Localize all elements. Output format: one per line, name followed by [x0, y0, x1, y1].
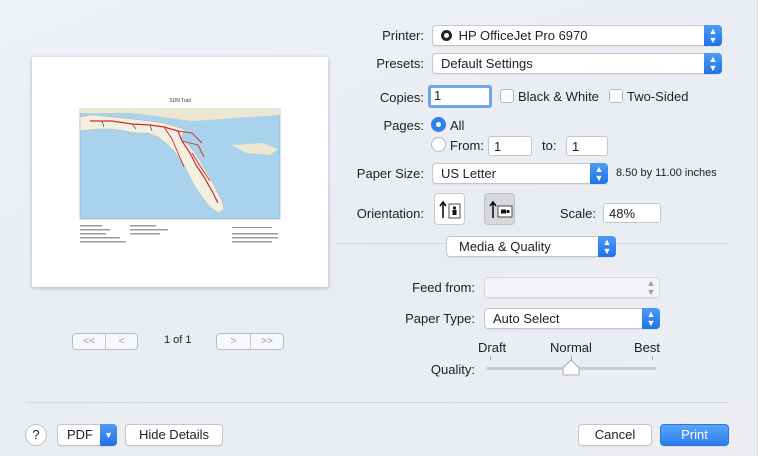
scale-input[interactable]: 48%: [603, 203, 661, 223]
pages-range-radio[interactable]: [431, 137, 446, 152]
footer-divider: [26, 402, 728, 403]
landscape-orientation-button[interactable]: [484, 193, 515, 225]
black-white-label: Black & White: [518, 89, 599, 104]
quality-normal-label: Normal: [550, 340, 592, 355]
printer-status-icon: [441, 30, 452, 41]
pages-label: Pages:: [383, 118, 424, 133]
page-indicator: 1 of 1: [164, 334, 192, 346]
two-sided-label: Two-Sided: [627, 89, 689, 104]
quality-tick-draft: [490, 356, 491, 360]
pdf-label: PDF: [67, 427, 93, 442]
quality-tick-best: [652, 356, 653, 360]
quality-best-label: Best: [634, 340, 661, 355]
next-last-page-buttons[interactable]: > >>: [216, 333, 284, 350]
presets-label: Presets:: [376, 56, 424, 71]
map-title: SUN Trail: [169, 98, 190, 104]
copies-input[interactable]: 1: [428, 85, 492, 108]
orientation-label: Orientation:: [356, 206, 424, 221]
quality-label: Quality:: [430, 362, 475, 377]
map-legend: [80, 225, 278, 243]
cancel-button[interactable]: Cancel: [578, 424, 652, 446]
paper-dimensions: 8.50 by 11.00 inches: [616, 167, 717, 179]
pages-to-label: to:: [542, 138, 557, 153]
pages-all-label: All: [450, 118, 465, 133]
quality-draft-label: Draft: [478, 340, 507, 355]
landscape-person-icon: [489, 200, 513, 218]
last-page-button[interactable]: >>: [250, 334, 283, 349]
section-popup[interactable]: Media & Quality ▲ ▼: [446, 236, 616, 257]
updown-chevron-icon: ▲ ▼: [598, 236, 616, 257]
hide-details-button[interactable]: Hide Details: [125, 424, 223, 446]
pages-from-label: From:: [450, 138, 484, 153]
updown-chevron-icon: ▲ ▼: [704, 53, 722, 74]
feed-from-label: Feed from:: [412, 280, 475, 295]
updown-chevron-icon: ▲ ▼: [642, 308, 660, 329]
pages-all-radio[interactable]: [431, 117, 446, 132]
paper-size-value: US Letter: [441, 166, 496, 181]
updown-chevron-icon: ▲ ▼: [704, 25, 722, 46]
paper-type-popup[interactable]: Auto Select ▲ ▼: [484, 308, 660, 329]
two-sided-checkbox[interactable]: [609, 89, 623, 103]
scale-label: Scale:: [559, 206, 596, 221]
copies-label: Copies:: [379, 90, 424, 105]
updown-chevron-icon: ▲ ▼: [590, 163, 608, 184]
paper-size-popup[interactable]: US Letter ▲ ▼: [432, 163, 608, 184]
pdf-menu-button[interactable]: PDF ▼: [57, 424, 117, 446]
chevron-down-icon: ▼: [100, 424, 117, 446]
pages-from-input[interactable]: 1: [488, 136, 532, 156]
updown-chevron-icon: ▲ ▼: [646, 278, 656, 297]
first-page-button[interactable]: <<: [73, 334, 105, 349]
print-dialog: SUN Trail << < 1 of 1 > >> Printer: HP O…: [0, 0, 758, 456]
pages-to-input[interactable]: 1: [566, 136, 608, 156]
feed-from-popup[interactable]: ▲ ▼: [484, 277, 660, 298]
first-prev-page-buttons[interactable]: << <: [72, 333, 138, 350]
printer-value: HP OfficeJet Pro 6970: [458, 28, 588, 43]
paper-size-label: Paper Size:: [356, 166, 424, 181]
printer-label: Printer:: [382, 28, 424, 43]
paper-type-value: Auto Select: [493, 311, 560, 326]
presets-popup[interactable]: Default Settings ▲ ▼: [432, 53, 722, 74]
portrait-person-icon: [439, 200, 461, 219]
paper-type-label: Paper Type:: [405, 311, 475, 326]
black-white-checkbox[interactable]: [500, 89, 514, 103]
print-button[interactable]: Print: [660, 424, 729, 446]
page-preview: SUN Trail: [32, 57, 328, 287]
quality-slider-thumb[interactable]: [562, 359, 580, 377]
next-page-button[interactable]: >: [217, 334, 250, 349]
printer-popup[interactable]: HP OfficeJet Pro 6970 ▲ ▼: [432, 25, 722, 46]
section-value: Media & Quality: [459, 239, 551, 254]
help-button[interactable]: ?: [25, 424, 47, 446]
map-thumbnail: SUN Trail: [79, 98, 281, 243]
previous-page-button[interactable]: <: [105, 334, 137, 349]
presets-value: Default Settings: [441, 56, 533, 71]
portrait-orientation-button[interactable]: [434, 193, 465, 225]
